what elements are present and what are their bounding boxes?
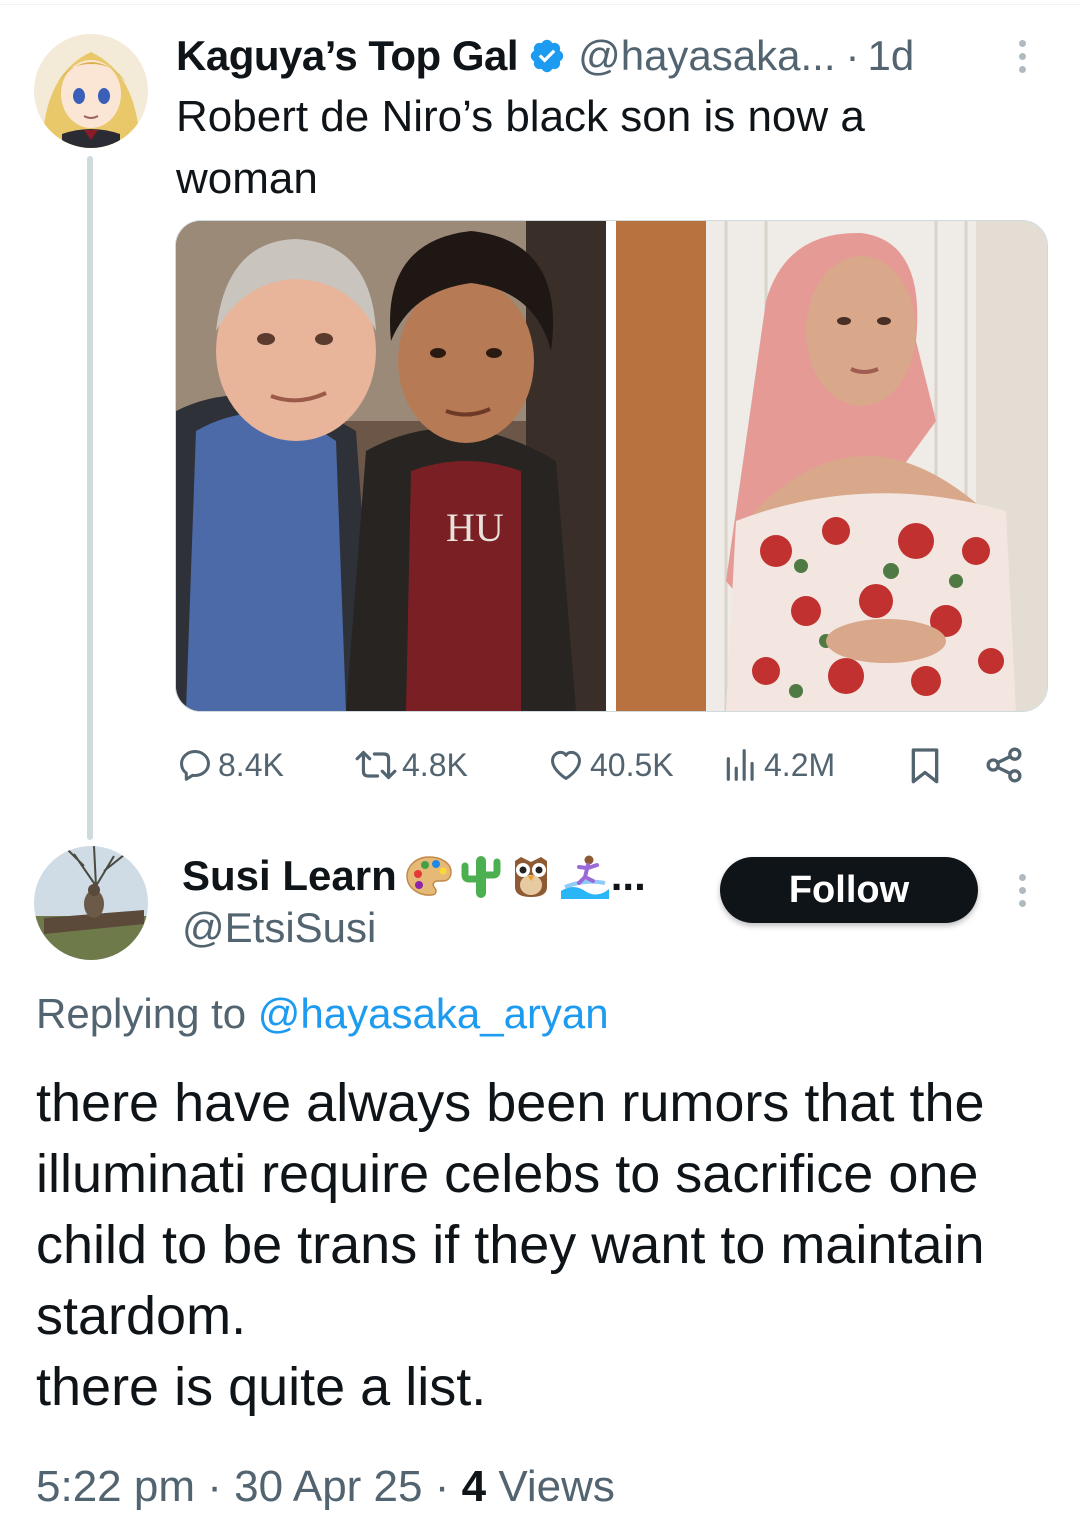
owl-emoji-icon	[514, 857, 547, 897]
like-count: 40.5K	[590, 746, 674, 783]
svg-text:HU: HU	[446, 505, 504, 550]
name-truncation: ...	[610, 852, 646, 899]
analytics-icon	[726, 749, 754, 781]
tweet-action-bar: 8.4K 4.8K 40.5K 4.2M	[176, 740, 1026, 790]
replying-to-handle-link[interactable]: @hayasaka_aryan	[258, 990, 609, 1037]
repost-icon	[355, 750, 397, 780]
share-button[interactable]	[984, 740, 1024, 790]
reply-button[interactable]: 8.4K	[176, 740, 284, 790]
tweet-media[interactable]: HU	[175, 220, 1048, 712]
like-button[interactable]: 40.5K	[546, 740, 674, 790]
reply-text: there have always been rumors that the i…	[36, 1073, 985, 1417]
thread-connector-line	[87, 156, 93, 840]
bookmark-button[interactable]	[908, 740, 942, 790]
separator-dot: ·	[845, 32, 860, 79]
repost-count: 4.8K	[402, 746, 468, 783]
reply-date[interactable]: 30 Apr 25	[234, 1462, 422, 1511]
reply-more-options-icon[interactable]	[1019, 874, 1029, 913]
media-photo-1[interactable]: HU	[176, 221, 606, 711]
palette-emoji-icon	[405, 856, 452, 896]
reply-author-name[interactable]: Susi Learn	[182, 852, 397, 900]
verified-badge-icon	[530, 39, 564, 73]
views-button[interactable]: 4.2M	[722, 740, 835, 790]
reply-author-name-row[interactable]: Susi Learn ...	[182, 848, 646, 904]
share-icon	[986, 747, 1022, 783]
reply-metadata: 5:22 pm · 30 Apr 25 · 4 Views	[36, 1462, 615, 1512]
replying-to-line: Replying to @hayasaka_aryan	[36, 990, 609, 1038]
bookmark-icon	[911, 748, 939, 784]
view-count: 4.2M	[764, 746, 836, 783]
tweet-header: Kaguya’s Top Gal @hayasaka... · 1d	[176, 28, 1016, 84]
reply-views-label: Views	[498, 1462, 615, 1511]
reply-views-count: 4	[461, 1462, 487, 1511]
author-handle[interactable]: @hayasaka...	[578, 32, 835, 80]
reply-icon	[180, 750, 210, 781]
replying-to-prefix: Replying to	[36, 990, 247, 1037]
surfer-emoji-icon	[560, 855, 609, 899]
heart-icon	[551, 750, 581, 780]
media-photo-2[interactable]	[616, 221, 1047, 711]
author-avatar[interactable]	[34, 34, 148, 148]
cactus-emoji-icon	[461, 856, 501, 898]
follow-button[interactable]: Follow	[720, 857, 978, 923]
tweet-time[interactable]: 1d	[868, 32, 915, 80]
author-name[interactable]: Kaguya’s Top Gal	[176, 32, 519, 80]
top-divider	[0, 4, 1080, 5]
reply-author-avatar[interactable]	[34, 846, 148, 960]
meta-separator: ·	[207, 1462, 222, 1511]
reply-author-handle[interactable]: @EtsiSusi	[182, 904, 376, 952]
meta-separator: ·	[434, 1462, 450, 1511]
reply-time[interactable]: 5:22 pm	[36, 1462, 195, 1511]
repost-button[interactable]: 4.8K	[354, 740, 468, 790]
tweet-text: Robert de Niro’s black son is now a woma…	[176, 92, 865, 203]
reply-count: 8.4K	[218, 746, 284, 783]
more-options-icon[interactable]	[1019, 40, 1029, 79]
